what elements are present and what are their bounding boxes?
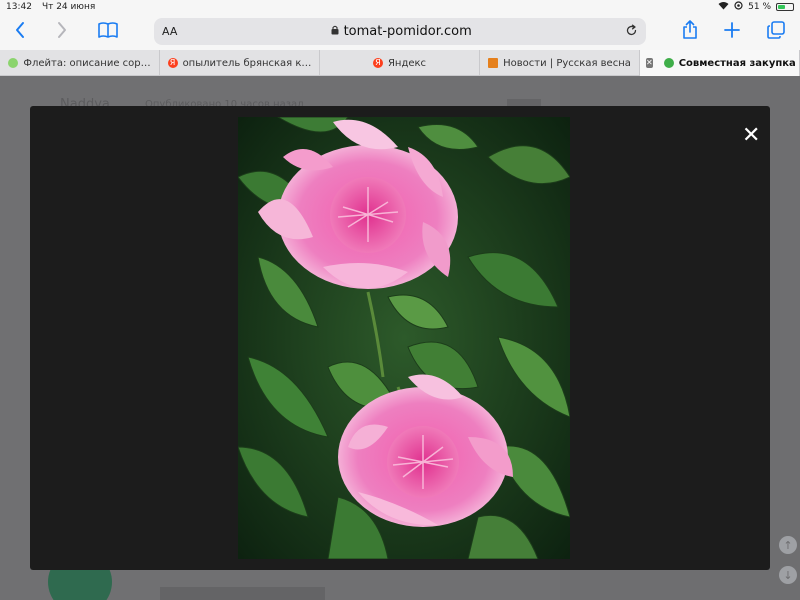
close-lightbox-button[interactable]: ✕ [742,125,760,147]
image-lightbox: ✕ [30,106,770,570]
browser-toolbar: AA tomat-pomidor.com [0,14,800,50]
ribbon-favicon-icon [488,58,499,68]
tab-pollinator[interactable]: Я опылитель брянская к… [160,50,320,76]
post-menu-icon [507,99,541,106]
share-icon [682,20,698,44]
battery-percent: 51 % [748,2,771,12]
orientation-lock-icon [734,1,743,13]
tab-label: Яндекс [387,57,427,69]
tab-joint-purchase[interactable]: ✕ Совместная закупка п… [640,50,800,76]
chevron-left-icon [14,21,26,43]
forward-button[interactable] [48,18,76,46]
tab-news[interactable]: Новости | Русская весна [480,50,640,76]
tab-label: Новости | Русская весна [503,57,631,69]
plus-icon [724,22,740,42]
leaf-favicon-icon [8,58,19,68]
tab-label: Совместная закупка п… [678,57,799,69]
text-size-button[interactable]: AA [162,25,177,38]
battery-fill [778,5,785,9]
tab-yandex[interactable]: Я Яндекс [320,50,480,76]
post-image-placeholder [160,587,325,600]
lock-icon [331,24,339,39]
reload-button[interactable] [625,24,638,40]
yandex-favicon-icon: Я [372,58,383,68]
status-right: 51 % [718,1,794,13]
reload-icon [625,24,638,40]
tab-bar: Флейта: описание сор… Я опылитель брянск… [0,50,800,76]
joint-purchase-favicon-icon [663,58,674,68]
tab-flute[interactable]: Флейта: описание сор… [0,50,160,76]
tab-label: опылитель брянская к… [182,57,312,69]
tabs-icon [767,21,785,43]
scroll-down-button[interactable]: ↓ [779,566,797,584]
tabs-overview-button[interactable] [762,18,790,46]
status-date: Чт 24 июня [41,2,96,12]
share-button[interactable] [676,18,704,46]
back-button[interactable] [6,18,34,46]
scroll-up-button[interactable]: ↑ [779,536,797,554]
wifi-icon [718,1,729,13]
chevron-right-icon [56,21,68,43]
tab-label: Флейта: описание сор… [23,57,151,69]
new-tab-button[interactable] [718,18,746,46]
peony-photo-image [238,117,570,559]
book-icon [98,22,118,42]
url-text: tomat-pomidor.com [343,24,472,39]
address-bar[interactable]: AA tomat-pomidor.com [154,18,646,45]
yandex-favicon-icon: Я [167,58,178,68]
status-time: 13:42 [6,2,32,12]
peony-photo [238,117,570,559]
url-display[interactable]: tomat-pomidor.com [177,24,625,39]
status-bar: 13:42 Чт 24 июня 51 % [0,0,800,14]
bookmarks-button[interactable] [94,18,122,46]
battery-icon [776,3,794,11]
close-tab-icon[interactable]: ✕ [646,58,653,68]
arrow-up-icon: ↑ [783,538,793,552]
arrow-down-icon: ↓ [783,568,793,582]
close-icon: ✕ [742,123,761,148]
